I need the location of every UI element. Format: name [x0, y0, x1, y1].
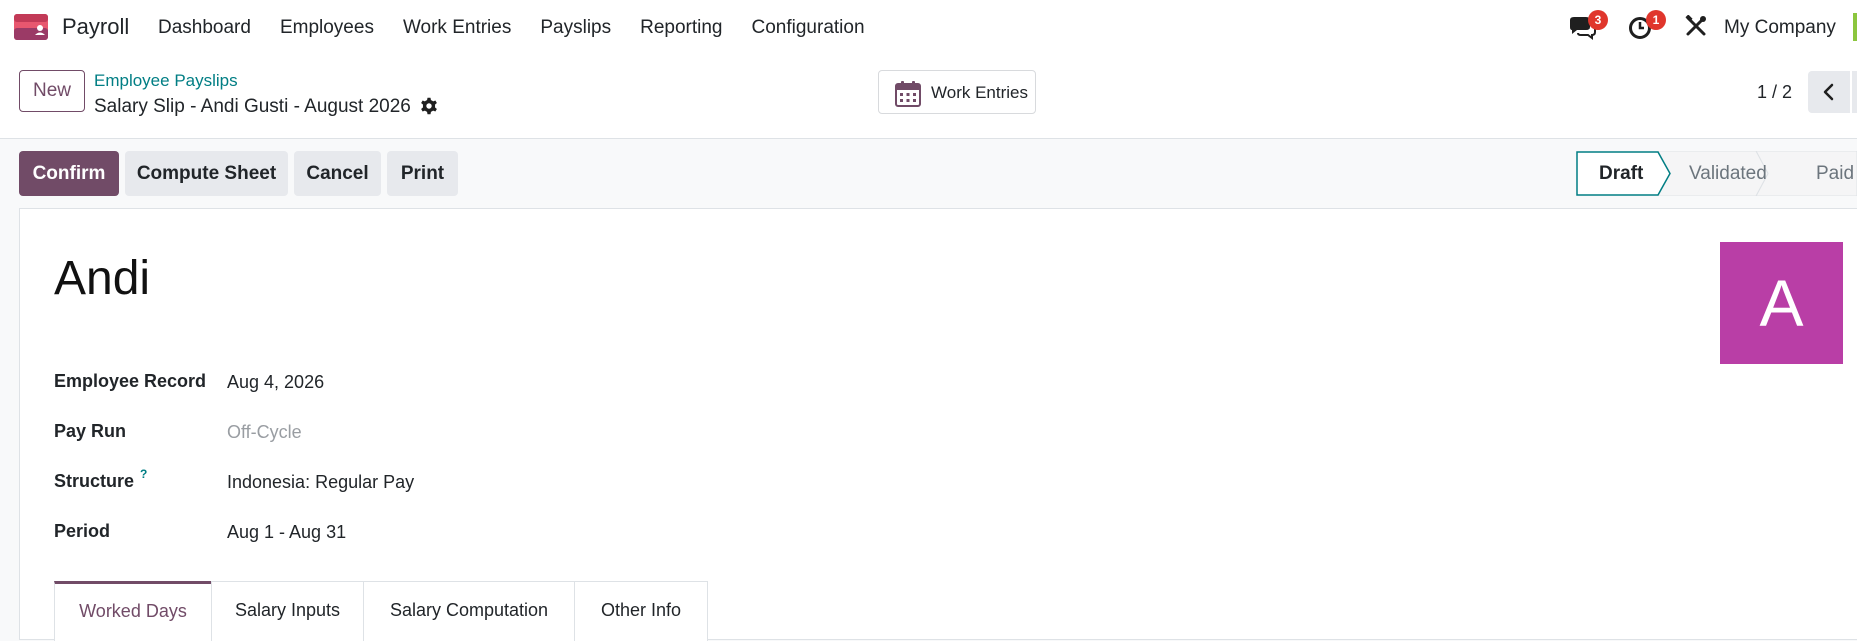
messages-count-badge: 3 — [1588, 10, 1608, 30]
pay-run-label: Pay Run — [54, 421, 126, 442]
pager-previous-button[interactable] — [1808, 71, 1850, 113]
payroll-app-icon[interactable] — [14, 14, 48, 40]
chevron-left-icon — [1821, 83, 1837, 101]
pager-next-button[interactable] — [1852, 71, 1857, 113]
compute-sheet-button[interactable]: Compute Sheet — [125, 151, 288, 196]
gear-icon[interactable] — [420, 97, 438, 115]
top-navbar: Payroll Dashboard Employees Work Entries… — [0, 0, 1857, 47]
main-menu: Dashboard Employees Work Entries Payslip… — [158, 17, 894, 39]
work-entries-label: Work Entries — [931, 83, 1028, 103]
tab-worked-days[interactable]: Worked Days — [54, 581, 212, 641]
menu-item-reporting[interactable]: Reporting — [640, 17, 722, 39]
period-label: Period — [54, 521, 110, 542]
pager-value[interactable]: 1 / 2 — [1757, 82, 1792, 103]
new-button[interactable]: New — [19, 70, 85, 112]
confirm-button[interactable]: Confirm — [19, 151, 119, 196]
employee-name[interactable]: Andi — [54, 251, 150, 306]
menu-item-employees[interactable]: Employees — [280, 17, 374, 39]
menu-item-work-entries[interactable]: Work Entries — [403, 17, 511, 39]
messages-button[interactable]: 3 — [1566, 10, 1612, 40]
employee-record-label: Employee Record — [54, 371, 206, 392]
user-avatar-edge[interactable] — [1853, 13, 1857, 41]
structure-field[interactable]: Indonesia: Regular Pay — [227, 472, 414, 493]
structure-help-tooltip[interactable]: ? — [140, 467, 147, 481]
structure-label: Structure — [54, 471, 134, 492]
employee-avatar[interactable]: A — [1720, 242, 1843, 364]
pay-run-field[interactable]: Off-Cycle — [227, 422, 302, 443]
stage-paid[interactable]: Paid — [1816, 163, 1854, 185]
tab-salary-inputs[interactable]: Salary Inputs — [211, 581, 364, 641]
tools-icon[interactable] — [1685, 15, 1707, 37]
form-sheet: Andi A Employee Record Aug 4, 2026 Pay R… — [19, 208, 1857, 640]
tab-other-info[interactable]: Other Info — [574, 581, 708, 641]
period-field[interactable]: Aug 1 - Aug 31 — [227, 522, 346, 543]
tab-salary-computation[interactable]: Salary Computation — [363, 581, 575, 641]
activities-button[interactable]: 1 — [1626, 10, 1672, 40]
breadcrumb-parent-link[interactable]: Employee Payslips — [94, 71, 238, 91]
employee-record-field[interactable]: Aug 4, 2026 — [227, 372, 324, 393]
company-switcher[interactable]: My Company — [1724, 17, 1836, 39]
breadcrumb-current: Salary Slip - Andi Gusti - August 2026 — [94, 96, 411, 118]
stage-draft[interactable]: Draft — [1599, 163, 1643, 185]
control-panel: New Employee Payslips Salary Slip - Andi… — [0, 47, 1857, 139]
stage-validated[interactable]: Validated — [1689, 163, 1767, 185]
menu-item-configuration[interactable]: Configuration — [752, 17, 865, 39]
status-stages: Draft Validated Paid — [1576, 151, 1857, 196]
cancel-button[interactable]: Cancel — [294, 151, 381, 196]
print-button[interactable]: Print — [387, 151, 458, 196]
menu-item-payslips[interactable]: Payslips — [540, 17, 611, 39]
activities-count-badge: 1 — [1646, 10, 1666, 30]
work-entries-smart-button[interactable]: Work Entries — [878, 70, 1036, 114]
menu-item-dashboard[interactable]: Dashboard — [158, 17, 251, 39]
calendar-icon — [894, 80, 922, 108]
app-name[interactable]: Payroll — [62, 14, 129, 40]
